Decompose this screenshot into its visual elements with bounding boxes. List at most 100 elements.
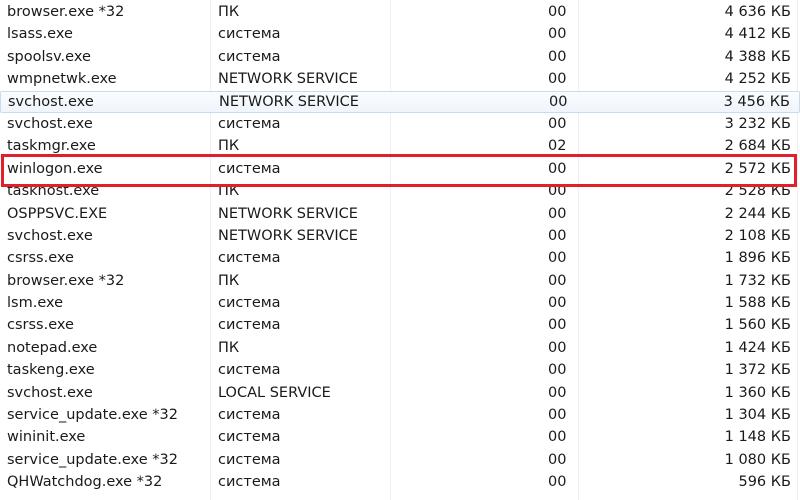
process-memory: 2 244 КБ — [724, 205, 791, 222]
process-name: QHWatchdog.exe *32 — [7, 474, 163, 491]
process-memory: 2 528 КБ — [724, 183, 791, 200]
process-name: svchost.exe — [7, 227, 93, 244]
process-row[interactable]: svchost.exe NETWORK SERVICE 00 2 108 КБ — [0, 225, 800, 247]
process-cpu: 00 — [548, 71, 567, 88]
process-cpu: 00 — [548, 205, 567, 222]
process-row[interactable]: browser.exe *32 ПК 00 4 636 КБ — [0, 1, 800, 23]
process-row[interactable]: svchost.exe система 00 3 232 КБ — [0, 113, 800, 135]
process-row[interactable]: taskhost.exe ПК 00 2 528 КБ — [0, 180, 800, 202]
process-user: система — [218, 362, 281, 379]
process-name: wininit.exe — [7, 429, 86, 446]
process-name: svchost.exe — [7, 115, 93, 132]
process-cpu: 00 — [548, 4, 567, 20]
process-cpu: 02 — [548, 138, 567, 155]
process-user: NETWORK SERVICE — [218, 71, 358, 88]
process-row[interactable]: lsm.exe система 00 1 588 КБ — [0, 292, 800, 314]
process-cpu: 00 — [548, 317, 567, 334]
process-memory: 2 684 КБ — [724, 138, 791, 155]
process-user: система — [218, 26, 281, 43]
process-row[interactable]: QHWatchdog.exe *32 система 00 596 КБ — [0, 471, 800, 493]
process-cpu: 00 — [549, 93, 568, 110]
process-cpu: 00 — [548, 295, 567, 312]
process-user: NETWORK SERVICE — [218, 227, 358, 244]
process-name: browser.exe *32 — [7, 272, 125, 289]
process-cpu: 00 — [548, 272, 567, 289]
process-memory: 1 560 КБ — [724, 317, 791, 334]
process-cpu: 00 — [548, 407, 567, 424]
process-memory: 1 360 КБ — [724, 384, 791, 401]
process-name: csrss.exe — [7, 317, 74, 334]
process-row[interactable]: spoolsv.exe система 00 4 388 КБ — [0, 46, 800, 68]
process-row[interactable]: service_update.exe *32 система 00 1 080 КБ — [0, 449, 800, 471]
process-memory: 1 588 КБ — [724, 295, 791, 312]
process-name: lsass.exe — [7, 26, 73, 43]
process-cpu: 00 — [548, 115, 567, 132]
process-memory: 2 572 КБ — [724, 160, 791, 177]
process-memory: 3 456 КБ — [723, 93, 790, 110]
process-cpu: 00 — [548, 451, 567, 468]
process-row[interactable]: svchost.exe NETWORK SERVICE 00 3 456 КБ — [0, 90, 800, 113]
process-memory: 4 252 КБ — [724, 71, 791, 88]
process-memory: 1 424 КБ — [724, 339, 791, 356]
process-memory: 4 636 КБ — [724, 4, 791, 20]
process-user: NETWORK SERVICE — [218, 205, 358, 222]
process-user: ПК — [218, 272, 240, 289]
process-memory: 596 КБ — [738, 474, 791, 491]
process-name: svchost.exe — [8, 93, 94, 110]
process-row[interactable]: service_update.exe *32 система 00 1 304 КБ — [0, 404, 800, 426]
process-memory: 4 388 КБ — [724, 48, 791, 65]
process-user: NETWORK SERVICE — [219, 93, 359, 110]
process-memory: 1 896 КБ — [724, 250, 791, 267]
process-cpu: 00 — [548, 48, 567, 65]
process-name: svchost.exe — [7, 384, 93, 401]
process-row[interactable]: notepad.exe ПК 00 1 424 КБ — [0, 337, 800, 359]
process-memory: 1 148 КБ — [724, 429, 791, 446]
process-memory: 1 080 КБ — [724, 451, 791, 468]
process-cpu: 00 — [548, 250, 567, 267]
process-name: spoolsv.exe — [7, 48, 91, 65]
process-user: система — [218, 407, 281, 424]
process-memory: 1 304 КБ — [724, 407, 791, 424]
process-memory: 1 732 КБ — [724, 272, 791, 289]
process-name: taskhost.exe — [7, 183, 100, 200]
process-user: ПК — [218, 339, 240, 356]
process-list: browser.exe *32 ПК 00 4 636 КБ lsass.exe сист… — [0, 1, 800, 494]
process-memory: 2 108 КБ — [724, 227, 791, 244]
process-row[interactable]: browser.exe *32 ПК 00 1 732 КБ — [0, 270, 800, 292]
process-user: ПК — [218, 183, 240, 200]
process-name: wmpnetwk.exe — [7, 71, 117, 88]
process-name: csrss.exe — [7, 250, 74, 267]
process-memory: 3 232 КБ — [724, 115, 791, 132]
process-row[interactable]: winlogon.exe система 00 2 572 КБ — [0, 158, 800, 180]
process-user: система — [218, 115, 281, 132]
process-user: система — [218, 317, 281, 334]
process-row[interactable]: csrss.exe система 00 1 896 КБ — [0, 247, 800, 269]
process-row[interactable]: lsass.exe система 00 4 412 КБ — [0, 23, 800, 45]
process-row[interactable]: taskeng.exe система 00 1 372 КБ — [0, 359, 800, 381]
process-memory: 4 412 КБ — [724, 26, 791, 43]
process-user: LOCAL SERVICE — [218, 384, 331, 401]
process-row[interactable]: taskmgr.exe ПК 02 2 684 КБ — [0, 135, 800, 157]
process-name: taskmgr.exe — [7, 138, 96, 155]
process-name: OSPPSVC.EXE — [7, 205, 108, 222]
process-cpu: 00 — [548, 474, 567, 491]
process-cpu: 00 — [548, 26, 567, 43]
process-user: система — [218, 250, 281, 267]
process-cpu: 00 — [548, 384, 567, 401]
process-name: taskeng.exe — [7, 362, 95, 379]
process-cpu: 00 — [548, 362, 567, 379]
process-user: система — [218, 48, 281, 65]
process-user: ПК — [218, 138, 240, 155]
process-user: система — [218, 474, 281, 491]
process-row[interactable]: csrss.exe система 00 1 560 КБ — [0, 314, 800, 336]
process-row[interactable]: svchost.exe LOCAL SERVICE 00 1 360 КБ — [0, 382, 800, 404]
process-row[interactable]: wmpnetwk.exe NETWORK SERVICE 00 4 252 КБ — [0, 68, 800, 90]
process-row[interactable]: OSPPSVC.EXE NETWORK SERVICE 00 2 244 КБ — [0, 203, 800, 225]
process-row[interactable]: wininit.exe система 00 1 148 КБ — [0, 426, 800, 448]
process-cpu: 00 — [548, 183, 567, 200]
process-cpu: 00 — [548, 339, 567, 356]
process-memory: 1 372 КБ — [724, 362, 791, 379]
process-user: система — [218, 451, 281, 468]
process-cpu: 00 — [548, 227, 567, 244]
process-user: система — [218, 295, 281, 312]
